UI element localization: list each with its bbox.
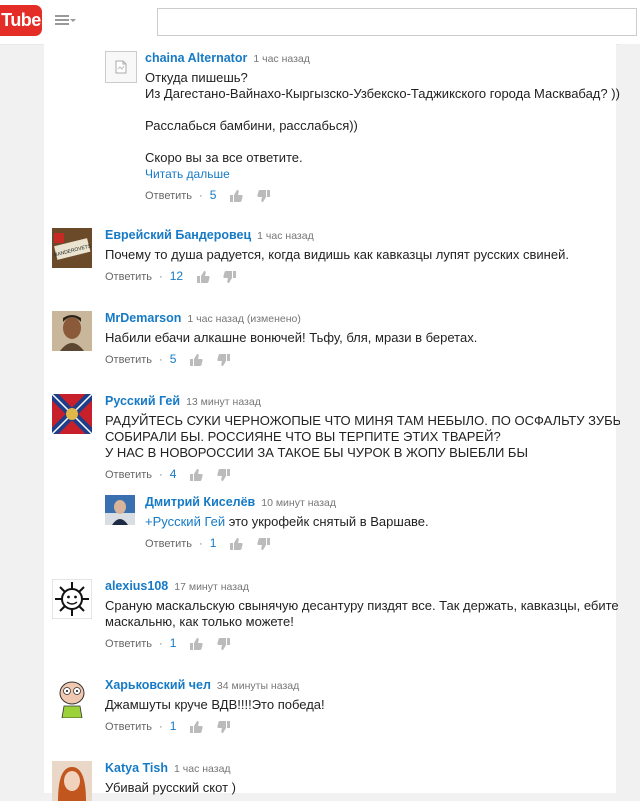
thumbs-up-icon[interactable] <box>189 720 204 734</box>
comment-author[interactable]: Харьковский чел <box>105 678 211 692</box>
reply-button[interactable]: Ответить <box>105 469 152 481</box>
thumbs-up-icon[interactable] <box>189 468 204 482</box>
comment-author[interactable]: alexius108 <box>105 579 168 593</box>
comment-timestamp[interactable]: 34 минуты назад <box>217 680 299 692</box>
like-count: 4 <box>169 467 177 481</box>
search-input[interactable] <box>157 8 637 36</box>
avatar-image <box>52 761 92 801</box>
reply-button[interactable]: Ответить <box>145 538 192 550</box>
top-bar: Tube <box>0 0 640 45</box>
avatar-image <box>52 394 92 434</box>
thumbs-down-icon[interactable] <box>216 468 231 482</box>
comment-text: РАДУЙТЕСЬ СУКИ ЧЕРНОЖОПЫЕ ЧТО МИНЯ ТАМ Н… <box>105 413 640 460</box>
separator: · <box>159 271 163 283</box>
comment-author[interactable]: chaina Alternator <box>145 51 247 65</box>
separator: · <box>199 190 203 202</box>
chevron-down-icon <box>70 19 76 22</box>
reply-button[interactable]: Ответить <box>145 190 192 202</box>
read-more-link[interactable]: Читать дальше <box>145 166 640 182</box>
separator: · <box>199 538 203 550</box>
comment-author[interactable]: MrDemarson <box>105 311 181 325</box>
separator: · <box>159 721 163 733</box>
comment-author[interactable]: Дмитрий Киселёв <box>145 495 255 509</box>
avatar-image <box>52 579 92 619</box>
thumbs-down-icon[interactable] <box>256 189 271 203</box>
avatar[interactable] <box>52 394 92 434</box>
youtube-logo[interactable]: Tube <box>0 5 42 36</box>
comment-timestamp[interactable]: 1 час назад <box>253 53 310 65</box>
comment-timestamp[interactable]: 1 час назад <box>257 230 314 242</box>
avatar[interactable] <box>105 495 135 525</box>
avatar[interactable] <box>52 311 92 351</box>
thumbs-up-icon[interactable] <box>229 189 244 203</box>
like-count: 5 <box>209 188 217 202</box>
thumbs-up-icon[interactable] <box>189 353 204 367</box>
reply-button[interactable]: Ответить <box>105 721 152 733</box>
thumbs-down-icon[interactable] <box>216 720 231 734</box>
avatar-image <box>52 311 92 351</box>
like-count: 12 <box>169 269 184 283</box>
comment-text: Убивай русский скот ) <box>105 780 236 795</box>
reply-button[interactable]: Ответить <box>105 354 152 366</box>
guide-menu-icon[interactable] <box>55 15 69 27</box>
comment-author[interactable]: Еврейский Бандеровец <box>105 228 251 242</box>
thumbs-down-icon[interactable] <box>216 637 231 651</box>
like-count: 1 <box>169 636 177 650</box>
separator: · <box>159 354 163 366</box>
like-count: 1 <box>169 719 177 733</box>
comment-text: Набили ебачи алкашне вонючей! Тьфу, бля,… <box>105 330 478 345</box>
avatar[interactable] <box>105 51 137 83</box>
scrollbar-track[interactable] <box>620 44 640 793</box>
avatar[interactable] <box>52 678 92 718</box>
comment-text: Джамшуты круче ВДВ!!!!Это победа! <box>105 697 325 712</box>
avatar[interactable]: BANDEROVETS <box>52 228 92 268</box>
avatar-image: BANDEROVETS <box>52 228 92 268</box>
reply-button[interactable]: Ответить <box>105 638 152 650</box>
comment-timestamp[interactable]: 10 минут назад <box>261 497 336 509</box>
thumbs-down-icon[interactable] <box>223 270 237 284</box>
thumbs-down-icon[interactable] <box>216 353 231 367</box>
comment-timestamp[interactable]: 1 час назад <box>174 763 231 775</box>
avatar[interactable] <box>52 761 92 801</box>
thumbs-up-icon[interactable] <box>196 270 210 284</box>
comments-panel: chaina Alternator 1 час назад Откуда пише… <box>44 44 640 801</box>
separator: · <box>159 638 163 650</box>
comment-text: +Русский Гей это укрофейк снятый в Варша… <box>145 514 429 529</box>
comment-text: Откуда пишешь? Из Дагестано-Вайнахо-Кырг… <box>145 70 625 165</box>
thumbs-up-icon[interactable] <box>229 537 244 551</box>
broken-image-icon <box>115 60 127 74</box>
comment-timestamp[interactable]: 1 час назад (изменено) <box>187 313 300 325</box>
avatar[interactable] <box>52 579 92 619</box>
comment-author[interactable]: Katya Tish <box>105 761 168 775</box>
like-count: 1 <box>209 536 217 550</box>
comment-timestamp[interactable]: 17 минут назад <box>174 581 249 593</box>
comment-text: Почему то душа радуется, когда видишь ка… <box>105 247 569 262</box>
like-count: 5 <box>169 352 177 366</box>
thumbs-down-icon[interactable] <box>256 537 271 551</box>
separator: · <box>159 469 163 481</box>
comment-timestamp[interactable]: 13 минут назад <box>186 396 261 408</box>
thumbs-up-icon[interactable] <box>189 637 204 651</box>
avatar-image <box>52 678 92 718</box>
user-mention-link[interactable]: +Русский Гей <box>145 514 225 529</box>
reply-button[interactable]: Ответить <box>105 271 152 283</box>
comment-text: Сраную маскальскую свынячую десантуру пи… <box>105 598 619 629</box>
avatar-image <box>105 495 135 525</box>
comment-author[interactable]: Русский Гей <box>105 394 180 408</box>
